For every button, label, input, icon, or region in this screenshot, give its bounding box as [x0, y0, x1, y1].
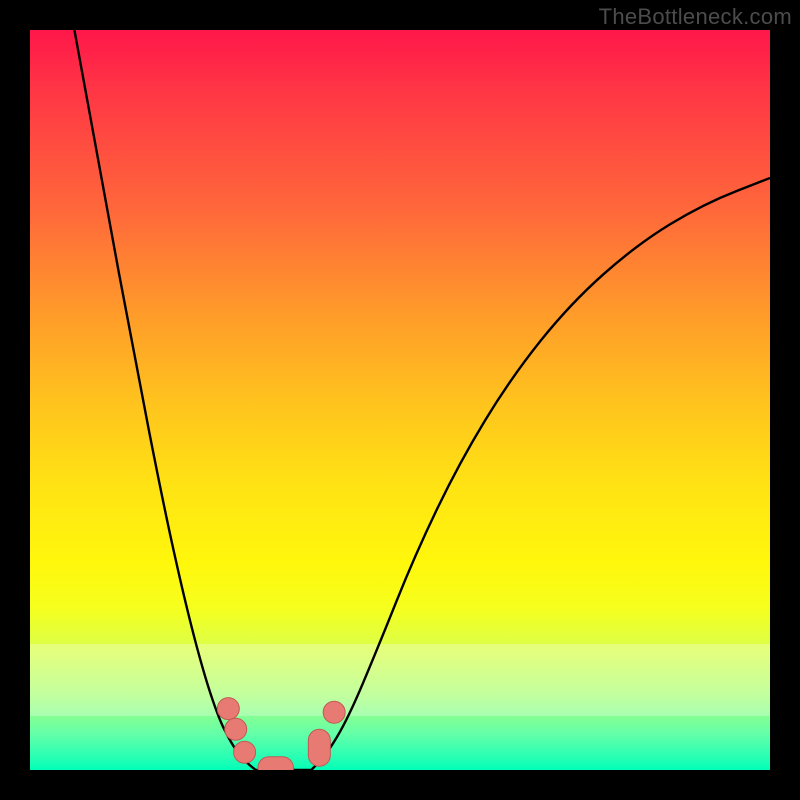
watermark-text: TheBottleneck.com — [599, 4, 792, 30]
marker-capsule — [258, 757, 294, 770]
curve-layer — [30, 30, 770, 770]
marker-dot — [234, 741, 256, 763]
plot-area — [30, 30, 770, 770]
marker-dot — [225, 718, 247, 740]
marker-layer — [217, 698, 345, 770]
marker-capsule — [308, 729, 330, 766]
marker-dot — [323, 701, 345, 723]
bottleneck-curve — [74, 30, 770, 770]
marker-dot — [217, 698, 239, 720]
chart-frame: TheBottleneck.com — [0, 0, 800, 800]
